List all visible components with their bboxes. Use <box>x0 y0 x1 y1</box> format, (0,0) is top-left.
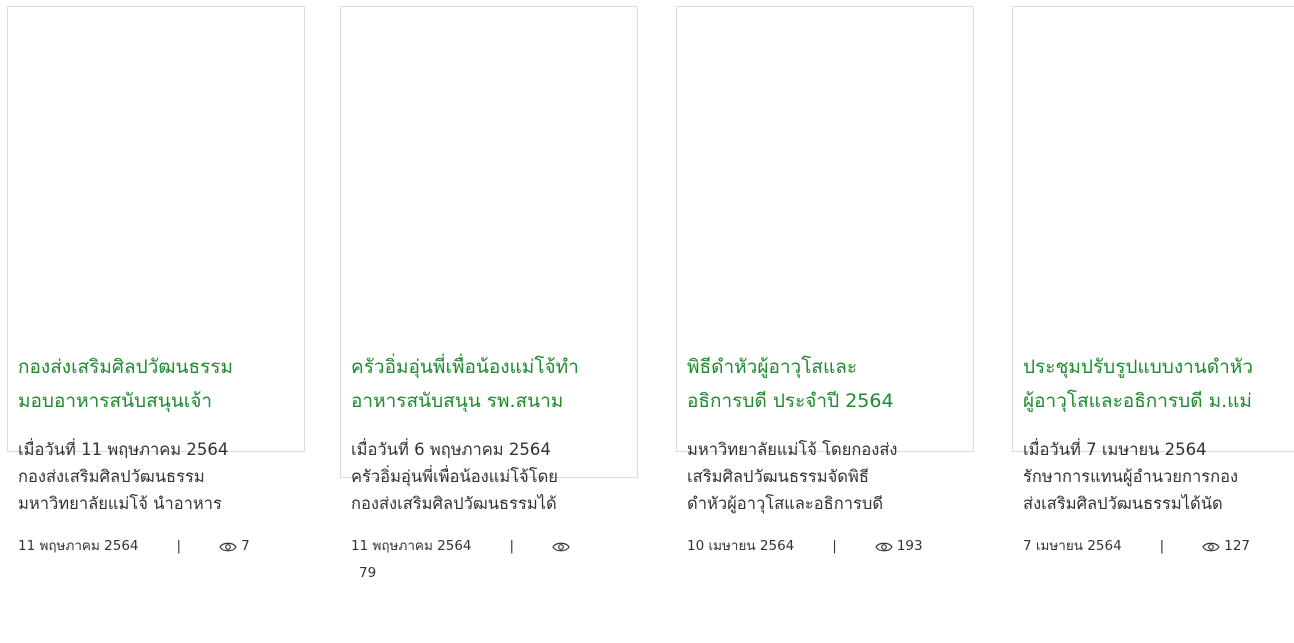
news-title-line[interactable]: พิธีดำหัวผู้อาวุโสและ <box>687 350 963 384</box>
news-meta: 10 เมษายน 2564 | 193 <box>687 533 963 564</box>
excerpt-line: กองส่งเสริมศิลปวัฒนธรรม <box>18 467 205 486</box>
news-title-line[interactable]: ประชุมปรับรูปแบบงานดำหัว <box>1023 350 1294 384</box>
meta-separator: | <box>176 538 182 554</box>
news-title-link[interactable]: พิธีดำหัวผู้อาวุโสและ อธิการบดี ประจำปี … <box>687 350 963 418</box>
news-card[interactable]: พิธีดำหัวผู้อาวุโสและ อธิการบดี ประจำปี … <box>676 6 974 554</box>
news-meta: 11 พฤษภาคม 2564 | 79 <box>351 533 627 591</box>
news-date: 10 เมษายน 2564 <box>687 538 795 554</box>
news-excerpt: เมื่อวันที่ 6 พฤษภาคม 2564 ครัวอิ่มอุ่นพ… <box>351 436 627 517</box>
excerpt-line: เสริมศิลปวัฒนธรรมจัดพิธี <box>687 467 869 486</box>
news-date: 11 พฤษภาคม 2564 <box>18 538 139 554</box>
news-card[interactable]: ประชุมปรับรูปแบบงานดำหัว ผู้อาวุโสและอธิ… <box>1012 6 1294 554</box>
view-count: 193 <box>875 533 923 560</box>
news-title-line[interactable]: ครัวอิ่มอุ่นพี่เพื่อน้องแม่โจ้ทำ <box>351 350 627 384</box>
excerpt-line: เมื่อวันที่ 11 พฤษภาคม 2564 <box>18 440 229 459</box>
news-excerpt: เมื่อวันที่ 11 พฤษภาคม 2564 กองส่งเสริมศ… <box>18 436 294 517</box>
eye-icon <box>1202 541 1220 553</box>
news-title-link[interactable]: กองส่งเสริมศิลปวัฒนธรรม มอบอาหารสนับสนุน… <box>18 350 294 418</box>
news-card-body: พิธีดำหัวผู้อาวุโสและ อธิการบดี ประจำปี … <box>677 350 973 564</box>
news-title-line[interactable]: มอบอาหารสนับสนุนเจ้า <box>18 384 294 418</box>
excerpt-line: ครัวอิ่มอุ่นพี่เพื่อน้องแม่โจ้โดย <box>351 467 558 486</box>
meta-separator: | <box>1159 538 1165 554</box>
excerpt-line: เมื่อวันที่ 7 เมษายน 2564 <box>1023 440 1207 459</box>
view-count-value: 79 <box>359 565 377 581</box>
news-card-grid: กองส่งเสริมศิลปวัฒนธรรม มอบอาหารสนับสนุน… <box>0 0 1294 643</box>
view-count: 7 <box>219 533 250 560</box>
view-count-value: 7 <box>241 538 250 554</box>
news-thumbnail[interactable] <box>1013 7 1294 350</box>
excerpt-line: กองส่งเสริมศิลปวัฒนธรรมได้ <box>351 494 557 513</box>
news-title-link[interactable]: ประชุมปรับรูปแบบงานดำหัว ผู้อาวุโสและอธิ… <box>1023 350 1294 418</box>
eye-icon <box>875 541 893 553</box>
excerpt-line: เมื่อวันที่ 6 พฤษภาคม 2564 <box>351 440 551 459</box>
news-title-link[interactable]: ครัวอิ่มอุ่นพี่เพื่อน้องแม่โจ้ทำ อาหารสน… <box>351 350 627 418</box>
news-title-line[interactable]: กองส่งเสริมศิลปวัฒนธรรม <box>18 350 294 384</box>
news-thumbnail[interactable] <box>341 7 637 350</box>
view-count: 127 <box>1202 533 1250 560</box>
news-meta: 11 พฤษภาคม 2564 | 7 <box>18 533 294 564</box>
news-excerpt: เมื่อวันที่ 7 เมษายน 2564 รักษาการแทนผู้… <box>1023 436 1294 517</box>
meta-separator: | <box>832 538 837 554</box>
news-excerpt: มหาวิทยาลัยแม่โจ้ โดยกองส่ง เสริมศิลปวัฒ… <box>687 436 963 517</box>
news-card-body: ประชุมปรับรูปแบบงานดำหัว ผู้อาวุโสและอธิ… <box>1013 350 1294 564</box>
news-card[interactable]: กองส่งเสริมศิลปวัฒนธรรม มอบอาหารสนับสนุน… <box>7 6 305 554</box>
news-thumbnail[interactable] <box>8 7 304 350</box>
news-title-line[interactable]: อธิการบดี ประจำปี 2564 <box>687 384 963 418</box>
view-count <box>552 541 574 553</box>
news-title-line[interactable]: อาหารสนับสนุน รพ.สนาม <box>351 384 627 418</box>
news-date: 7 เมษายน 2564 <box>1023 538 1122 554</box>
excerpt-line: ส่งเสริมศิลปวัฒนธรรมได้นัด <box>1023 494 1223 513</box>
excerpt-line: มหาวิทยาลัยแม่โจ้ โดยกองส่ง <box>687 440 898 459</box>
news-card-body: กองส่งเสริมศิลปวัฒนธรรม มอบอาหารสนับสนุน… <box>8 350 304 564</box>
news-title-line[interactable]: ผู้อาวุโสและอธิการบดี ม.แม่ <box>1023 384 1294 418</box>
view-count-value: 127 <box>1224 538 1251 554</box>
eye-icon <box>219 541 237 553</box>
excerpt-line: รักษาการแทนผู้อำนวยการกอง <box>1023 467 1239 486</box>
excerpt-line: ดำหัวผู้อาวุโสและอธิการบดี <box>687 494 884 513</box>
excerpt-line: มหาวิทยาลัยแม่โจ้ นำอาหาร <box>18 494 222 513</box>
view-count-value: 193 <box>896 538 923 554</box>
news-card-body: ครัวอิ่มอุ่นพี่เพื่อน้องแม่โจ้ทำ อาหารสน… <box>341 350 637 591</box>
news-thumbnail[interactable] <box>677 7 973 350</box>
meta-separator: | <box>509 538 515 554</box>
eye-icon <box>552 541 570 553</box>
news-meta: 7 เมษายน 2564 | 127 <box>1023 533 1294 564</box>
news-card[interactable]: ครัวอิ่มอุ่นพี่เพื่อน้องแม่โจ้ทำ อาหารสน… <box>340 6 638 581</box>
news-date: 11 พฤษภาคม 2564 <box>351 538 472 554</box>
